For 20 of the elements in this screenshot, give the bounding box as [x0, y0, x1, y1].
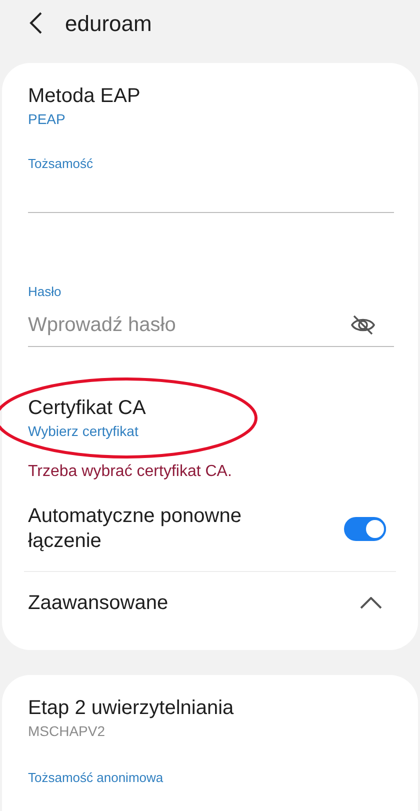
- eye-off-icon[interactable]: [350, 314, 376, 336]
- item-label: Etap 2 uwierzytelniania: [28, 696, 235, 721]
- page-title: eduroam: [65, 10, 152, 38]
- field-label: Tożsamość anonimowa: [28, 769, 164, 787]
- item-label: Metoda EAP: [28, 84, 142, 109]
- item-label: Certyfikat CA: [28, 396, 147, 421]
- toggle-switch[interactable]: [344, 517, 386, 541]
- item-value: Wybierz certyfikat: [28, 422, 140, 441]
- phase2-item[interactable]: Etap 2 uwierzytelniania MSCHAPV2: [28, 695, 392, 741]
- eap-method-item[interactable]: Metoda EAP PEAP: [28, 83, 392, 129]
- advanced-row[interactable]: Zaawansowane: [28, 572, 392, 634]
- back-icon: [29, 11, 43, 35]
- field-label: Hasło: [28, 283, 62, 301]
- password-field[interactable]: Wprowadź hasło: [28, 310, 350, 340]
- ca-certificate-item[interactable]: Certyfikat CA Wybierz certyfikat: [28, 395, 392, 441]
- field-label: Tożsamość: [28, 155, 94, 173]
- item-value: PEAP: [28, 110, 66, 129]
- error-message: Trzeba wybrać certyfikat CA.: [28, 462, 233, 482]
- toggle-label: Automatyczne ponowne łączenie: [28, 504, 242, 554]
- item-value: MSCHAPV2: [28, 722, 106, 741]
